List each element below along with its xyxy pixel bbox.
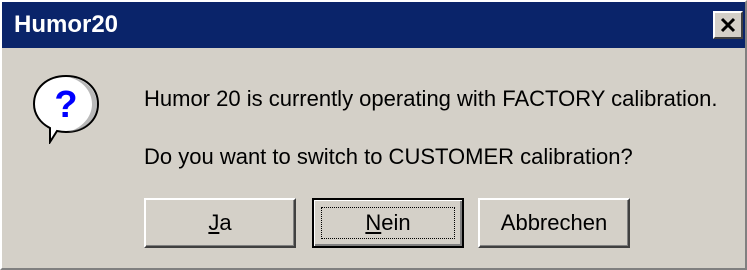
message-line-2: Do you want to switch to CUSTOMER calibr… — [144, 144, 633, 169]
no-button[interactable]: Nein — [312, 198, 464, 248]
close-icon — [720, 17, 736, 33]
close-button[interactable] — [713, 11, 743, 39]
no-label-rest: ein — [381, 210, 411, 235]
cancel-button[interactable]: Abbrechen — [478, 198, 630, 248]
title-bar[interactable]: Humor20 — [2, 2, 745, 48]
question-icon: ? — [32, 74, 100, 144]
cancel-button-label: Abbrechen — [500, 210, 608, 235]
no-mnemonic: N — [365, 210, 382, 235]
svg-text:?: ? — [54, 84, 77, 126]
message-line-1: Humor 20 is currently operating with FAC… — [144, 86, 718, 111]
yes-button[interactable]: Ja — [144, 198, 296, 248]
message-dialog: Humor20 ? Humor 20 is currently operatin… — [0, 0, 747, 270]
yes-mnemonic: J — [208, 210, 220, 235]
yes-button-label: Ja — [208, 210, 231, 236]
window-title: Humor20 — [14, 11, 119, 38]
no-button-label: Nein — [365, 210, 410, 236]
yes-label-rest: a — [219, 210, 232, 235]
